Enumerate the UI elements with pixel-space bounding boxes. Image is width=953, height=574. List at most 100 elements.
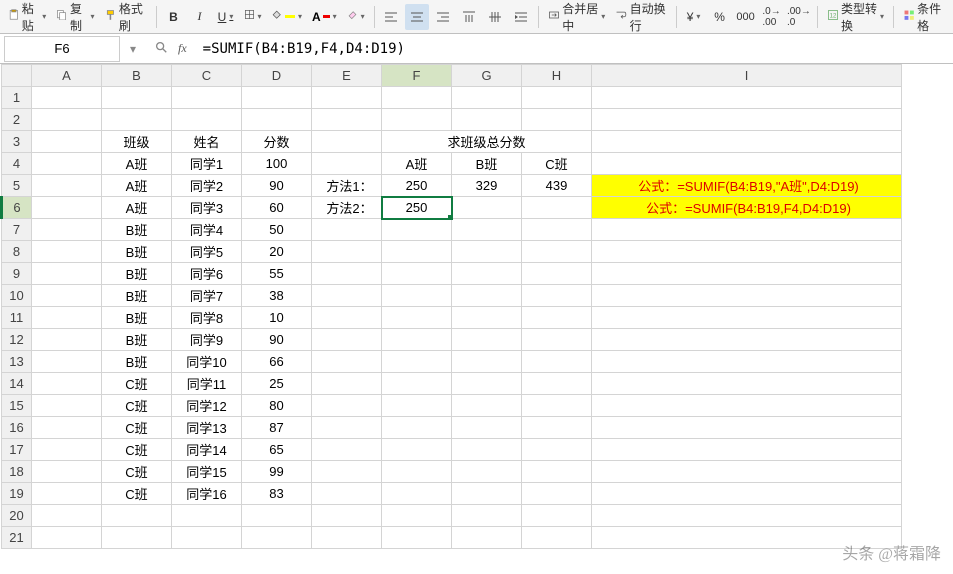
cell-A7[interactable] — [32, 219, 102, 241]
cell-I5[interactable]: 公式：=SUMIF(B4:B19,"A班",D4:D19) — [592, 175, 902, 197]
cell-C7[interactable]: 同学4 — [172, 219, 242, 241]
cell-E11[interactable] — [312, 307, 382, 329]
fill-color-button[interactable]: ▾ — [267, 4, 305, 30]
conditional-format-button[interactable]: 条件格 — [899, 4, 949, 30]
cell-D5[interactable]: 90 — [242, 175, 312, 197]
cell-F15[interactable] — [382, 395, 452, 417]
cell-F8[interactable] — [382, 241, 452, 263]
cell-C9[interactable]: 同学6 — [172, 263, 242, 285]
row-header-11[interactable]: 11 — [2, 307, 32, 329]
row-header-5[interactable]: 5 — [2, 175, 32, 197]
cell-G6[interactable] — [452, 197, 522, 219]
cell-B7[interactable]: B班 — [102, 219, 172, 241]
cell-B21[interactable] — [102, 527, 172, 549]
cell-D12[interactable]: 90 — [242, 329, 312, 351]
row-header-15[interactable]: 15 — [2, 395, 32, 417]
cell-I18[interactable] — [592, 461, 902, 483]
column-header-D[interactable]: D — [242, 65, 312, 87]
cell-F6[interactable]: 250 — [382, 197, 452, 219]
cell-H1[interactable] — [522, 87, 592, 109]
cell-D10[interactable]: 38 — [242, 285, 312, 307]
cell-B17[interactable]: C班 — [102, 439, 172, 461]
cell-C21[interactable] — [172, 527, 242, 549]
column-header-G[interactable]: G — [452, 65, 522, 87]
cell-H17[interactable] — [522, 439, 592, 461]
cell-I1[interactable] — [592, 87, 902, 109]
cell-F9[interactable] — [382, 263, 452, 285]
cell-D15[interactable]: 80 — [242, 395, 312, 417]
cell-G20[interactable] — [452, 505, 522, 527]
cell-F19[interactable] — [382, 483, 452, 505]
cell-E17[interactable] — [312, 439, 382, 461]
cell-I2[interactable] — [592, 109, 902, 131]
cell-A4[interactable] — [32, 153, 102, 175]
row-header-3[interactable]: 3 — [2, 131, 32, 153]
cell-A11[interactable] — [32, 307, 102, 329]
cell-E7[interactable] — [312, 219, 382, 241]
search-icon[interactable] — [154, 40, 168, 57]
column-header-F[interactable]: F — [382, 65, 452, 87]
cell-G15[interactable] — [452, 395, 522, 417]
cell-I20[interactable] — [592, 505, 902, 527]
cell-I9[interactable] — [592, 263, 902, 285]
cell-I14[interactable] — [592, 373, 902, 395]
cell-F11[interactable] — [382, 307, 452, 329]
column-header-E[interactable]: E — [312, 65, 382, 87]
cell-C10[interactable]: 同学7 — [172, 285, 242, 307]
cell-E18[interactable] — [312, 461, 382, 483]
cell-B18[interactable]: C班 — [102, 461, 172, 483]
italic-button[interactable]: I — [188, 4, 212, 30]
cell-G7[interactable] — [452, 219, 522, 241]
cell-E21[interactable] — [312, 527, 382, 549]
cell-E9[interactable] — [312, 263, 382, 285]
cell-I3[interactable] — [592, 131, 902, 153]
cell-I17[interactable] — [592, 439, 902, 461]
name-box-dropdown[interactable]: ▾ — [124, 42, 142, 56]
cell-E16[interactable] — [312, 417, 382, 439]
comma-button[interactable]: 000 — [734, 4, 758, 30]
cell-H21[interactable] — [522, 527, 592, 549]
cell-D20[interactable] — [242, 505, 312, 527]
cell-C12[interactable]: 同学9 — [172, 329, 242, 351]
cell-H13[interactable] — [522, 351, 592, 373]
cell-I16[interactable] — [592, 417, 902, 439]
align-left-button[interactable] — [379, 4, 403, 30]
cell-I13[interactable] — [592, 351, 902, 373]
cell-F21[interactable] — [382, 527, 452, 549]
column-header-H[interactable]: H — [522, 65, 592, 87]
currency-button[interactable]: ¥▾ — [682, 4, 706, 30]
cell-H7[interactable] — [522, 219, 592, 241]
cell-G10[interactable] — [452, 285, 522, 307]
row-header-6[interactable]: 6 — [2, 197, 32, 219]
cell-A20[interactable] — [32, 505, 102, 527]
cell-E12[interactable] — [312, 329, 382, 351]
cell-E3[interactable] — [312, 131, 382, 153]
cell-C3[interactable]: 姓名 — [172, 131, 242, 153]
cell-G16[interactable] — [452, 417, 522, 439]
cell-B10[interactable]: B班 — [102, 285, 172, 307]
cell-A19[interactable] — [32, 483, 102, 505]
cell-C5[interactable]: 同学2 — [172, 175, 242, 197]
cell-A1[interactable] — [32, 87, 102, 109]
cell-A6[interactable] — [32, 197, 102, 219]
cell-F4[interactable]: A班 — [382, 153, 452, 175]
cell-D11[interactable]: 10 — [242, 307, 312, 329]
percent-button[interactable]: % — [708, 4, 732, 30]
row-header-10[interactable]: 10 — [2, 285, 32, 307]
cell-B8[interactable]: B班 — [102, 241, 172, 263]
cell-I4[interactable] — [592, 153, 902, 175]
column-header-I[interactable]: I — [592, 65, 902, 87]
cell-D21[interactable] — [242, 527, 312, 549]
cell-G1[interactable] — [452, 87, 522, 109]
cell-G2[interactable] — [452, 109, 522, 131]
cell-F16[interactable] — [382, 417, 452, 439]
cell-A12[interactable] — [32, 329, 102, 351]
cell-D9[interactable]: 55 — [242, 263, 312, 285]
cell-H18[interactable] — [522, 461, 592, 483]
cell-F5[interactable]: 250 — [382, 175, 452, 197]
cell-E5[interactable]: 方法1： — [312, 175, 382, 197]
cell-D16[interactable]: 87 — [242, 417, 312, 439]
cell-C16[interactable]: 同学13 — [172, 417, 242, 439]
cell-H2[interactable] — [522, 109, 592, 131]
format-painter-button[interactable]: 格式刷 — [101, 4, 151, 30]
